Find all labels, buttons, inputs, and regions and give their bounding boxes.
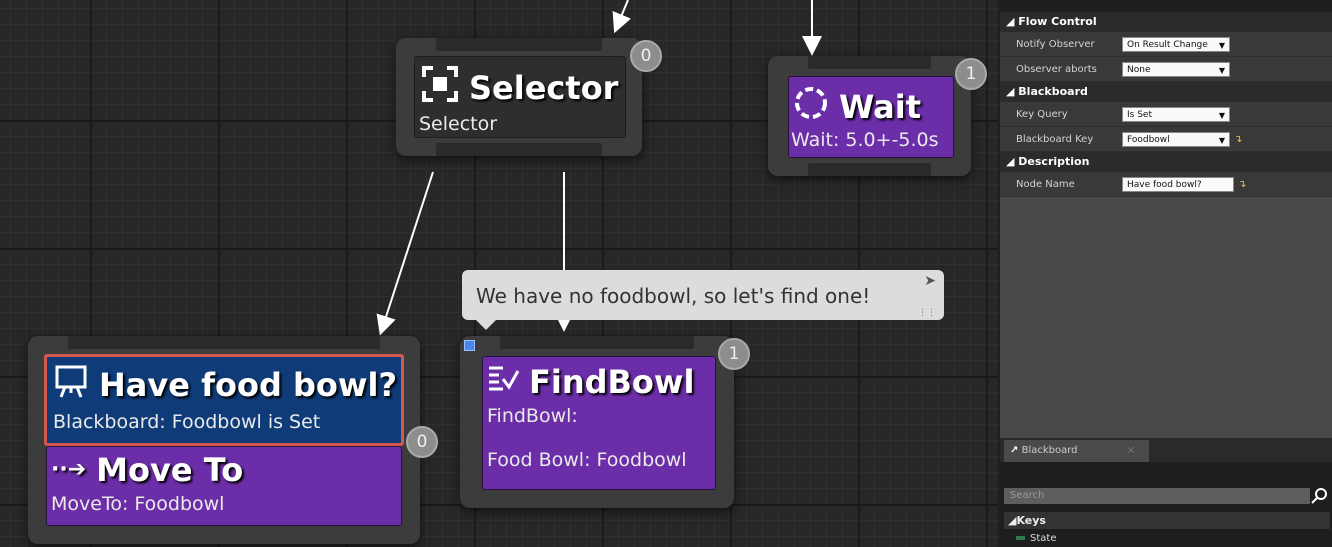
have-food-bowl-order-badge: 0 bbox=[406, 426, 438, 458]
node-comment-bubble[interactable]: We have no foodbowl, so let's find one! … bbox=[462, 270, 944, 330]
blackboard-tab[interactable]: ↗ Blackboard × bbox=[1004, 440, 1149, 462]
search-icon[interactable] bbox=[1310, 486, 1330, 506]
key-query-row: Key Query Is Set ▼ bbox=[1000, 102, 1332, 127]
wait-output-pin[interactable] bbox=[808, 163, 931, 176]
move-to-title: Move To bbox=[96, 451, 244, 489]
node-name-field[interactable]: Have food bowl? bbox=[1122, 176, 1234, 192]
notify-observer-label: Notify Observer bbox=[1016, 38, 1095, 50]
notify-observer-row: Notify Observer On Result Change ▼ bbox=[1000, 32, 1332, 57]
selector-input-pin[interactable] bbox=[436, 38, 602, 51]
selector-icon bbox=[421, 65, 459, 111]
move-to-subtitle: MoveTo: Foodbowl bbox=[51, 493, 225, 515]
node-name-row: Node Name Have food bowl? ↴ bbox=[1000, 172, 1332, 197]
reset-to-default-icon[interactable]: ↴ bbox=[1238, 179, 1246, 190]
dropdown-arrow-icon: ▼ bbox=[1218, 135, 1225, 145]
blackboard-tab-bar: ↗ Blackboard × bbox=[1000, 438, 1332, 462]
blackboard-decorator-icon bbox=[53, 363, 89, 407]
have-food-bowl-node[interactable]: Have food bowl? Blackboard: Foodbowl is … bbox=[28, 336, 438, 544]
selector-subtitle: Selector bbox=[419, 113, 498, 135]
pin-comment-icon[interactable]: ➤ bbox=[924, 272, 936, 290]
key-type-swatch bbox=[1016, 536, 1025, 540]
have-food-bowl-title: Have food bowl? bbox=[99, 366, 397, 404]
findbowl-subtitle-line2: Food Bowl: Foodbowl bbox=[487, 449, 687, 471]
behavior-tree-graph[interactable]: Selector Selector 0 Wait Wait: 5.0+-5.0s… bbox=[0, 0, 998, 547]
wait-input-pin[interactable] bbox=[808, 56, 931, 69]
have-food-bowl-input-pin[interactable] bbox=[68, 336, 380, 349]
notify-observer-dropdown[interactable]: On Result Change ▼ bbox=[1122, 36, 1230, 52]
blackboard-key-label: Blackboard Key bbox=[1016, 133, 1094, 145]
observer-aborts-dropdown[interactable]: None ▼ bbox=[1122, 61, 1230, 77]
observer-aborts-row: Observer aborts None ▼ bbox=[1000, 57, 1332, 82]
move-to-panel[interactable]: ··➔ Move To MoveTo: Foodbowl bbox=[46, 446, 402, 526]
collapse-arrow-icon: ◢ bbox=[1006, 85, 1019, 98]
wait-clock-icon bbox=[793, 85, 829, 129]
findbowl-panel: FindBowl FindBowl: Food Bowl: Foodbowl bbox=[482, 356, 716, 490]
have-food-bowl-subtitle: Blackboard: Foodbowl is Set bbox=[53, 411, 321, 433]
findbowl-order-badge: 1 bbox=[718, 338, 750, 370]
wait-title: Wait bbox=[839, 88, 922, 126]
blackboard-search-input[interactable]: Search bbox=[1004, 488, 1310, 504]
findbowl-node[interactable]: FindBowl FindBowl: Food Bowl: Foodbowl 1 bbox=[460, 336, 750, 508]
wait-subtitle: Wait: 5.0+-5.0s bbox=[791, 129, 939, 151]
node-comment-text: We have no foodbowl, so let's find one! bbox=[476, 284, 871, 308]
breakpoint-icon[interactable] bbox=[464, 340, 475, 351]
wait-panel: Wait Wait: 5.0+-5.0s bbox=[788, 76, 954, 158]
dropdown-arrow-icon: ▼ bbox=[1218, 110, 1225, 120]
wire-into-selector bbox=[612, 0, 632, 34]
key-query-label: Key Query bbox=[1016, 108, 1068, 120]
findbowl-subtitle-line1: FindBowl: bbox=[487, 405, 578, 427]
keys-header[interactable]: ◢Keys bbox=[1004, 512, 1330, 529]
blackboard-panel: ↗ Blackboard × Search ◢Keys State bbox=[1000, 438, 1332, 547]
observer-aborts-label: Observer aborts bbox=[1016, 63, 1097, 75]
collapse-arrow-icon: ◢ bbox=[1006, 15, 1019, 28]
description-section-header[interactable]: ◢ Description bbox=[1000, 152, 1332, 172]
selector-panel: Selector Selector bbox=[414, 56, 626, 138]
selector-order-badge: 0 bbox=[630, 40, 662, 72]
reset-to-default-icon[interactable]: ↴ bbox=[1234, 134, 1242, 145]
blackboard-decorator-panel[interactable]: Have food bowl? Blackboard: Foodbowl is … bbox=[44, 354, 404, 446]
findbowl-input-pin[interactable] bbox=[500, 336, 694, 349]
node-name-label: Node Name bbox=[1016, 178, 1075, 190]
blackboard-tab-icon: ↗ bbox=[1010, 445, 1019, 456]
key-item-state[interactable]: State bbox=[1016, 533, 1056, 544]
wait-node[interactable]: Wait Wait: 5.0+-5.0s 1 bbox=[768, 56, 987, 176]
comment-grip-icon[interactable]: ⋮⋮ bbox=[918, 308, 936, 318]
findbowl-title: FindBowl bbox=[529, 363, 695, 401]
key-query-dropdown[interactable]: Is Set ▼ bbox=[1122, 106, 1230, 122]
selector-node[interactable]: Selector Selector 0 bbox=[396, 38, 662, 156]
findbowl-task-icon bbox=[487, 363, 520, 401]
wire-selector-to-have-food-bowl bbox=[376, 171, 434, 336]
blackboard-section-header[interactable]: ◢ Blackboard bbox=[1000, 82, 1332, 102]
collapse-arrow-icon: ◢ bbox=[1006, 155, 1019, 168]
selector-output-pin[interactable] bbox=[436, 143, 602, 156]
dropdown-arrow-icon: ▼ bbox=[1218, 65, 1225, 75]
move-to-arrow-icon: ··➔ bbox=[51, 457, 87, 482]
selector-title: Selector bbox=[469, 69, 619, 107]
blackboard-key-dropdown[interactable]: Foodbowl ▼ bbox=[1122, 131, 1230, 147]
blackboard-key-row: Blackboard Key Foodbowl ▼ ↴ bbox=[1000, 127, 1332, 152]
details-panel: ◢ Flow Control Notify Observer On Result… bbox=[1000, 12, 1332, 438]
dropdown-arrow-icon: ▼ bbox=[1218, 40, 1225, 50]
close-tab-icon[interactable]: × bbox=[1127, 440, 1135, 462]
flow-control-section-header[interactable]: ◢ Flow Control bbox=[1000, 12, 1332, 32]
wait-order-badge: 1 bbox=[955, 58, 987, 90]
